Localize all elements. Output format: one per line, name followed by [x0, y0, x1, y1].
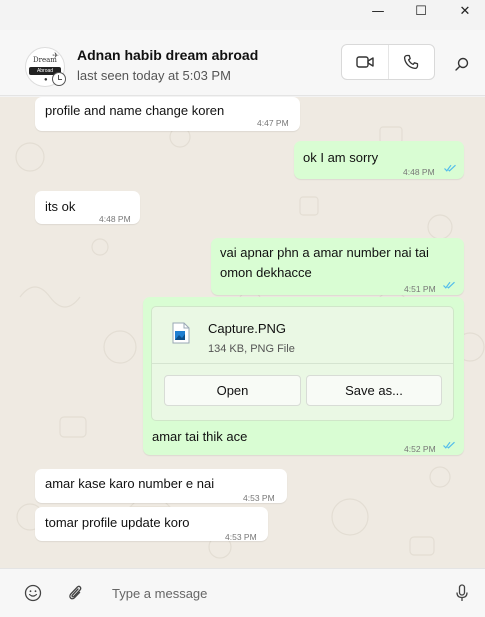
- contact-last-seen: last seen today at 5:03 PM: [77, 68, 231, 83]
- message-time: 4:48 PM: [99, 214, 131, 224]
- message-bubble-incoming[interactable]: its ok 4:48 PM: [35, 191, 140, 224]
- save-as-button[interactable]: Save as...: [306, 375, 442, 406]
- message-time: 4:52 PM: [404, 444, 436, 454]
- location-pin-icon: ●: [44, 77, 48, 83]
- message-time: 4:53 PM: [225, 532, 257, 542]
- file-name: Capture.PNG: [208, 321, 287, 336]
- file-attachment-card[interactable]: Capture.PNG 134 KB, PNG File Open Save a…: [151, 306, 454, 421]
- message-time: 4:47 PM: [257, 118, 289, 128]
- clock-badge-icon: [52, 72, 66, 86]
- video-call-icon: [356, 56, 374, 68]
- message-bubble-file[interactable]: Capture.PNG 134 KB, PNG File Open Save a…: [143, 297, 464, 455]
- message-text: its ok: [45, 199, 76, 214]
- emoji-icon: [24, 584, 42, 602]
- read-receipt-icon: [443, 441, 455, 449]
- message-text: tomar profile update koro: [45, 515, 190, 530]
- image-file-icon: [172, 322, 190, 344]
- microphone-icon: [456, 584, 468, 601]
- voice-call-button[interactable]: [387, 45, 434, 79]
- search-icon: [455, 57, 469, 71]
- message-text-line: omon dekhacce: [220, 265, 312, 280]
- message-time: 4:53 PM: [243, 493, 275, 503]
- video-call-button[interactable]: [342, 45, 388, 79]
- message-bubble-outgoing[interactable]: ok I am sorry 4:48 PM: [294, 141, 464, 179]
- phone-icon: [404, 54, 419, 70]
- message-time: 4:48 PM: [403, 167, 435, 177]
- search-button[interactable]: [450, 52, 474, 76]
- open-file-button[interactable]: Open: [164, 375, 301, 406]
- message-text-line: vai apnar phn a amar number nai tai: [220, 245, 429, 260]
- file-meta: 134 KB, PNG File: [208, 343, 295, 355]
- read-receipt-icon: [444, 164, 456, 172]
- message-text: profile and name change koren: [45, 103, 225, 118]
- message-composer: [0, 568, 485, 617]
- message-text: ok I am sorry: [303, 150, 379, 165]
- maximize-button[interactable]: ☐: [401, 0, 441, 22]
- message-bubble-outgoing[interactable]: vai apnar phn a amar number nai tai omon…: [211, 238, 464, 295]
- message-bubble-incoming[interactable]: amar kase karo number e nai 4:53 PM: [35, 469, 287, 503]
- contact-name[interactable]: Adnan habib dream abroad: [77, 47, 258, 63]
- message-list[interactable]: profile and name change koren 4:47 PM ok…: [0, 97, 485, 568]
- message-bubble-incoming[interactable]: tomar profile update koro 4:53 PM: [35, 507, 268, 542]
- message-text: amar kase karo number e nai: [45, 476, 215, 491]
- file-card-divider: [152, 363, 453, 364]
- read-receipt-icon: [443, 281, 455, 289]
- call-button-group: [341, 44, 435, 80]
- paperclip-icon: [69, 585, 82, 600]
- window-titlebar: — ☐ ✕: [0, 0, 485, 30]
- emoji-button[interactable]: [22, 582, 44, 604]
- avatar-logo-text: Dream: [33, 56, 57, 64]
- message-bubble-incoming[interactable]: profile and name change koren 4:47 PM: [35, 97, 300, 131]
- message-input[interactable]: [104, 580, 434, 606]
- message-caption: amar tai thik ace: [152, 429, 248, 444]
- attach-button[interactable]: [64, 582, 86, 604]
- minimize-button[interactable]: —: [358, 0, 398, 22]
- chat-header: ✈ Dream Abroad ● Adnan habib dream abroa…: [0, 30, 485, 96]
- voice-message-button[interactable]: [451, 582, 473, 604]
- close-button[interactable]: ✕: [445, 0, 485, 22]
